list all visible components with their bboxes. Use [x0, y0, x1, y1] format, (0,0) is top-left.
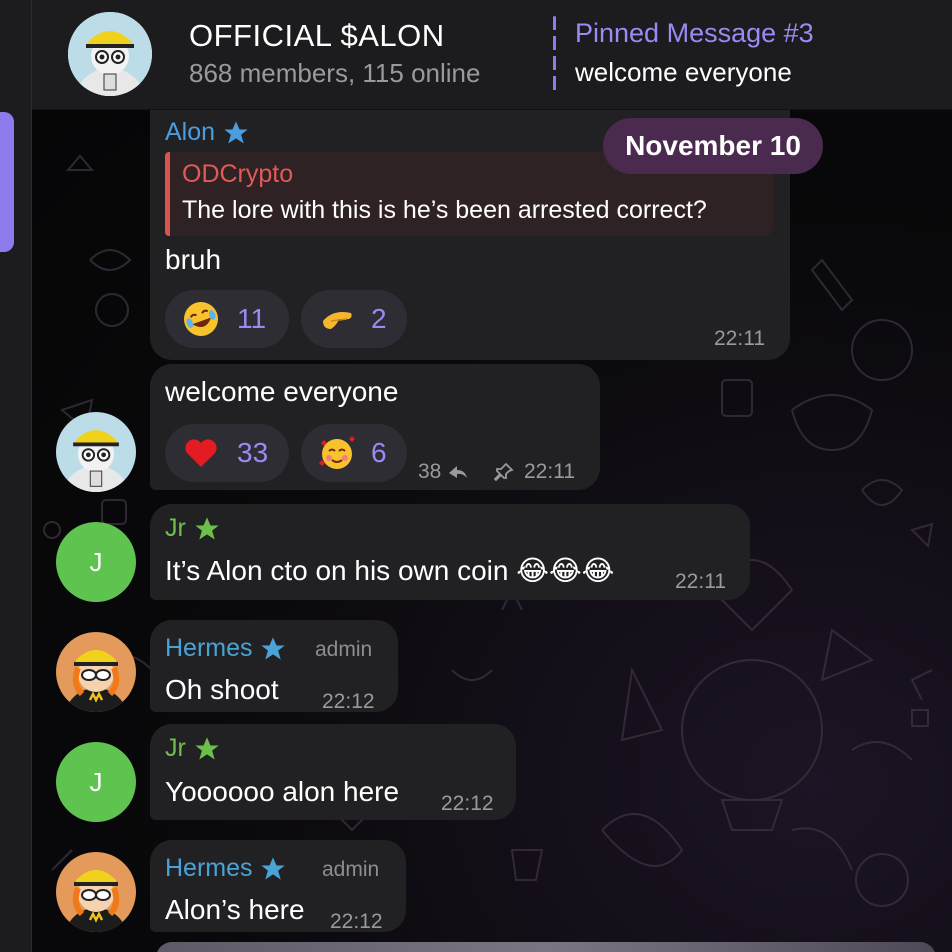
left-sidebar-strip — [0, 0, 32, 952]
message-time: 22:11 — [524, 460, 575, 483]
message-time: 22:12 — [330, 910, 383, 933]
sender-name[interactable]: Alon — [165, 118, 250, 147]
reaction-count: 33 — [237, 437, 269, 468]
reaction-salute[interactable]: 2 — [301, 290, 407, 348]
media-message-preview[interactable] — [156, 942, 936, 952]
chat-header: OFFICIAL $ALON 868 members, 115 online P… — [32, 0, 952, 110]
sender-name-text: Hermes — [165, 854, 253, 882]
star-icon — [195, 737, 219, 760]
reaction-laughing[interactable]: 11 — [165, 290, 289, 348]
star-icon — [261, 857, 286, 880]
sender-name[interactable]: Hermes — [165, 634, 287, 663]
role-admin-label: admin — [322, 858, 380, 881]
smiling-hearts-emoji-icon — [319, 436, 355, 469]
message-bubble-welcome[interactable]: welcome everyone 33 6 38 22:11 — [150, 364, 600, 490]
pin-icon — [494, 462, 514, 482]
message-time: 22:11 — [675, 570, 726, 593]
sender-avatar-hermes[interactable] — [56, 632, 136, 712]
message-time: 22:12 — [322, 690, 375, 713]
chat-area[interactable]: Alon ODCrypto The lore with this is he’s… — [32, 110, 952, 952]
date-pill[interactable]: November 10 — [603, 118, 823, 174]
rolling-laughing-emoji-icon — [184, 302, 218, 336]
sender-name-text: Hermes — [165, 634, 253, 662]
group-avatar[interactable] — [68, 12, 152, 96]
reaction-count: 6 — [371, 437, 387, 468]
star-icon — [224, 121, 248, 144]
sender-name-text: Jr — [165, 734, 186, 762]
forward-count: 38 — [418, 460, 469, 484]
sender-avatar-jr[interactable]: J — [56, 742, 136, 822]
role-admin-label: admin — [315, 638, 373, 661]
sender-name[interactable]: Jr — [165, 734, 221, 763]
star-icon — [195, 517, 219, 540]
sender-name[interactable]: Hermes — [165, 854, 287, 883]
salute-hand-emoji-icon — [323, 312, 352, 329]
message-text: Oh shoot — [165, 674, 279, 705]
sender-name-text: Alon — [165, 118, 216, 146]
message-text: bruh — [165, 244, 222, 275]
message-text: welcome everyone — [165, 376, 399, 407]
sender-avatar-alon[interactable] — [56, 412, 136, 492]
pinned-message-text[interactable]: welcome everyone — [575, 57, 792, 88]
forward-count-value: 38 — [418, 460, 442, 483]
reaction-smiling-hearts[interactable]: 6 — [301, 424, 407, 482]
message-bubble-hermes-2[interactable]: Hermes admin Alon’s here 22:12 — [150, 840, 406, 933]
pinned-message-title[interactable]: Pinned Message #3 — [575, 18, 814, 49]
star-icon — [261, 637, 286, 660]
sender-name-text: Jr — [165, 514, 186, 542]
reply-sender-name: ODCrypto — [182, 160, 294, 188]
message-time: 22:11 — [714, 327, 765, 350]
message-text: Yoooooo alon here — [165, 776, 400, 807]
sender-name[interactable]: Jr — [165, 514, 221, 543]
reaction-heart[interactable]: 33 — [165, 424, 289, 482]
red-heart-emoji-icon — [185, 439, 217, 467]
pinned-indicator-bar — [553, 16, 556, 92]
sender-avatar-hermes[interactable] — [56, 852, 136, 932]
sender-avatar-jr[interactable]: J — [56, 522, 136, 602]
group-title[interactable]: OFFICIAL $ALON — [189, 18, 445, 54]
message-text: Alon’s here — [165, 894, 305, 925]
reply-text: The lore with this is he’s been arrested… — [182, 196, 707, 224]
reaction-count: 11 — [237, 303, 267, 334]
share-icon — [449, 466, 468, 479]
message-bubble-hermes[interactable]: Hermes admin Oh shoot 22:12 — [150, 620, 398, 713]
message-bubble-jr-2[interactable]: Jr Yoooooo alon here 22:12 — [150, 724, 516, 820]
reaction-count: 2 — [371, 303, 387, 334]
message-time: 22:12 — [441, 792, 494, 815]
message-bubble-jr[interactable]: Jr It’s Alon cto on his own coin 😂😂😂 22:… — [150, 504, 750, 600]
member-count: 868 members, 115 online — [189, 58, 481, 88]
folder-tab-indicator[interactable] — [0, 112, 14, 252]
message-text: It’s Alon cto on his own coin 😂😂😂 — [165, 555, 615, 586]
